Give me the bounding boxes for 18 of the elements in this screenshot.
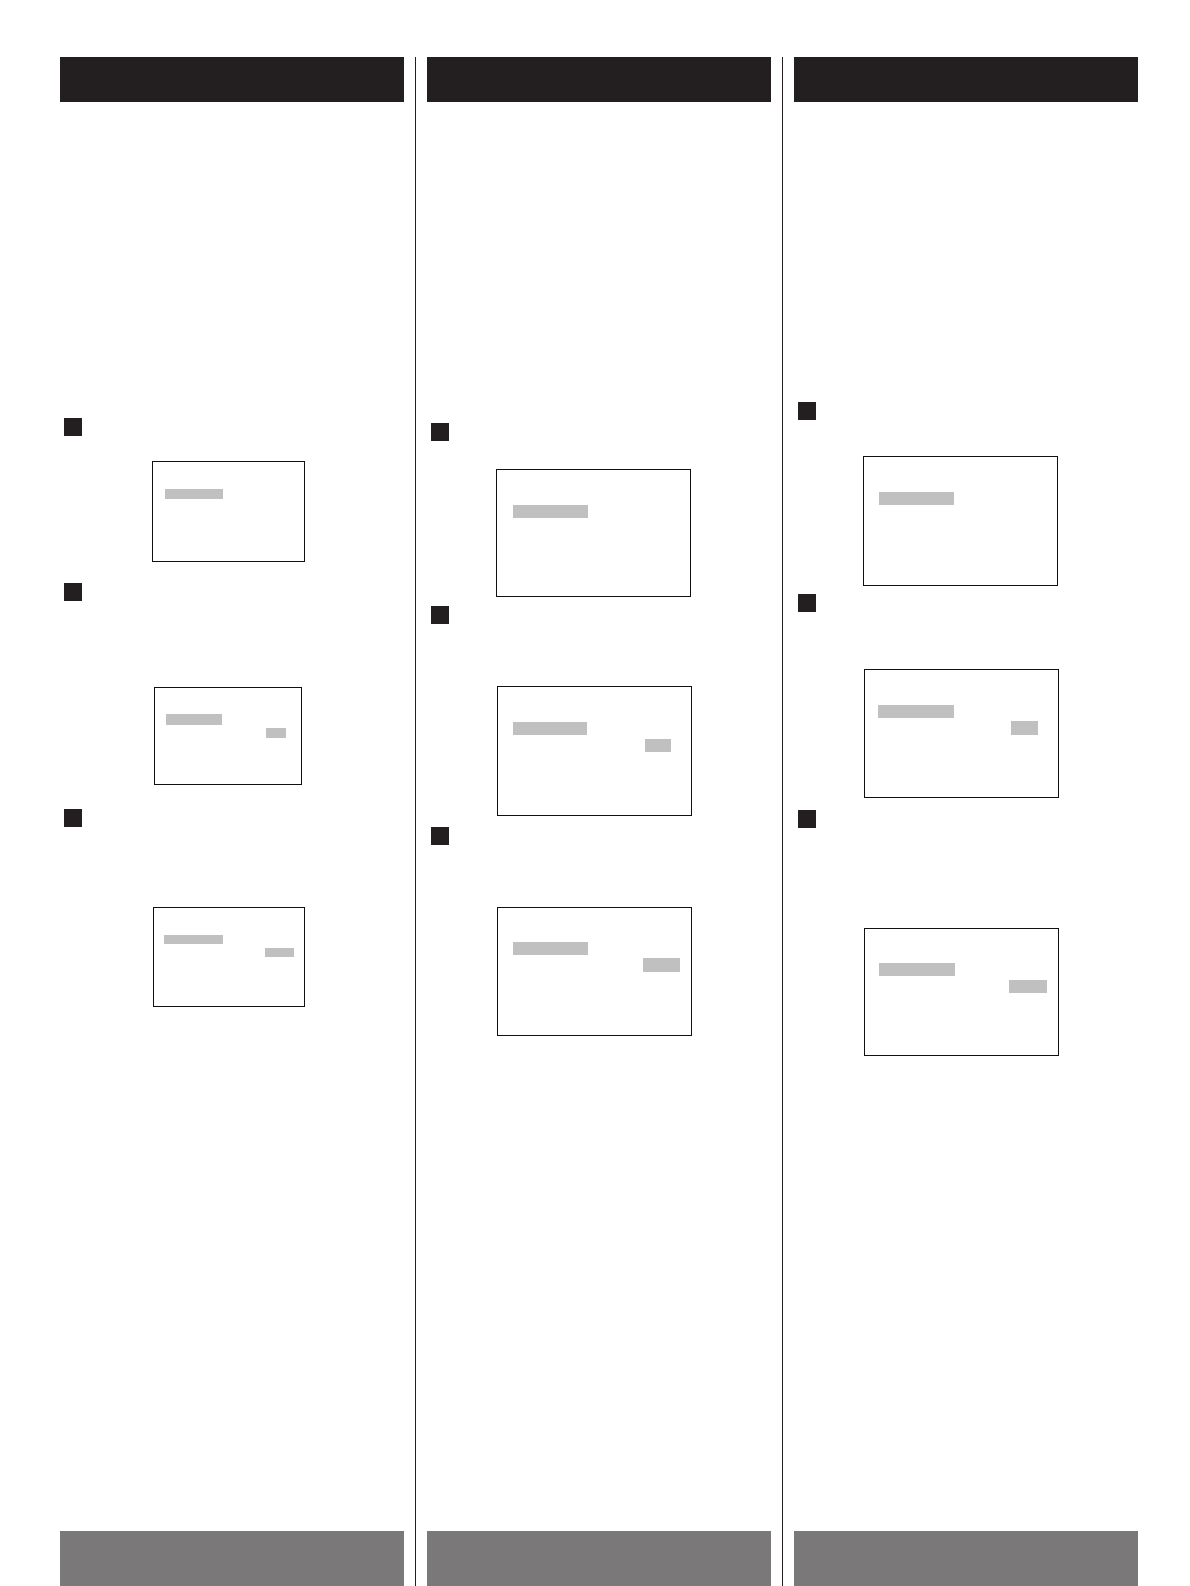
value-highlight: [645, 739, 671, 752]
value-highlight: [265, 948, 294, 957]
step-marker-icon: [431, 606, 449, 624]
highlight-bar: [164, 935, 223, 944]
highlight-bar: [165, 489, 223, 499]
value-highlight: [1011, 721, 1038, 735]
step-marker-icon: [798, 594, 816, 612]
step-marker-icon: [798, 402, 816, 420]
value-highlight: [1009, 980, 1047, 993]
highlight-bar: [166, 714, 222, 725]
step-marker-icon: [431, 423, 449, 441]
step-marker-icon: [798, 810, 816, 828]
step-marker-icon: [64, 583, 82, 601]
step-marker-icon: [431, 827, 449, 845]
value-highlight: [643, 958, 680, 972]
step-marker-icon: [64, 418, 82, 436]
value-highlight: [266, 728, 286, 738]
step-marker-icon: [64, 809, 82, 827]
